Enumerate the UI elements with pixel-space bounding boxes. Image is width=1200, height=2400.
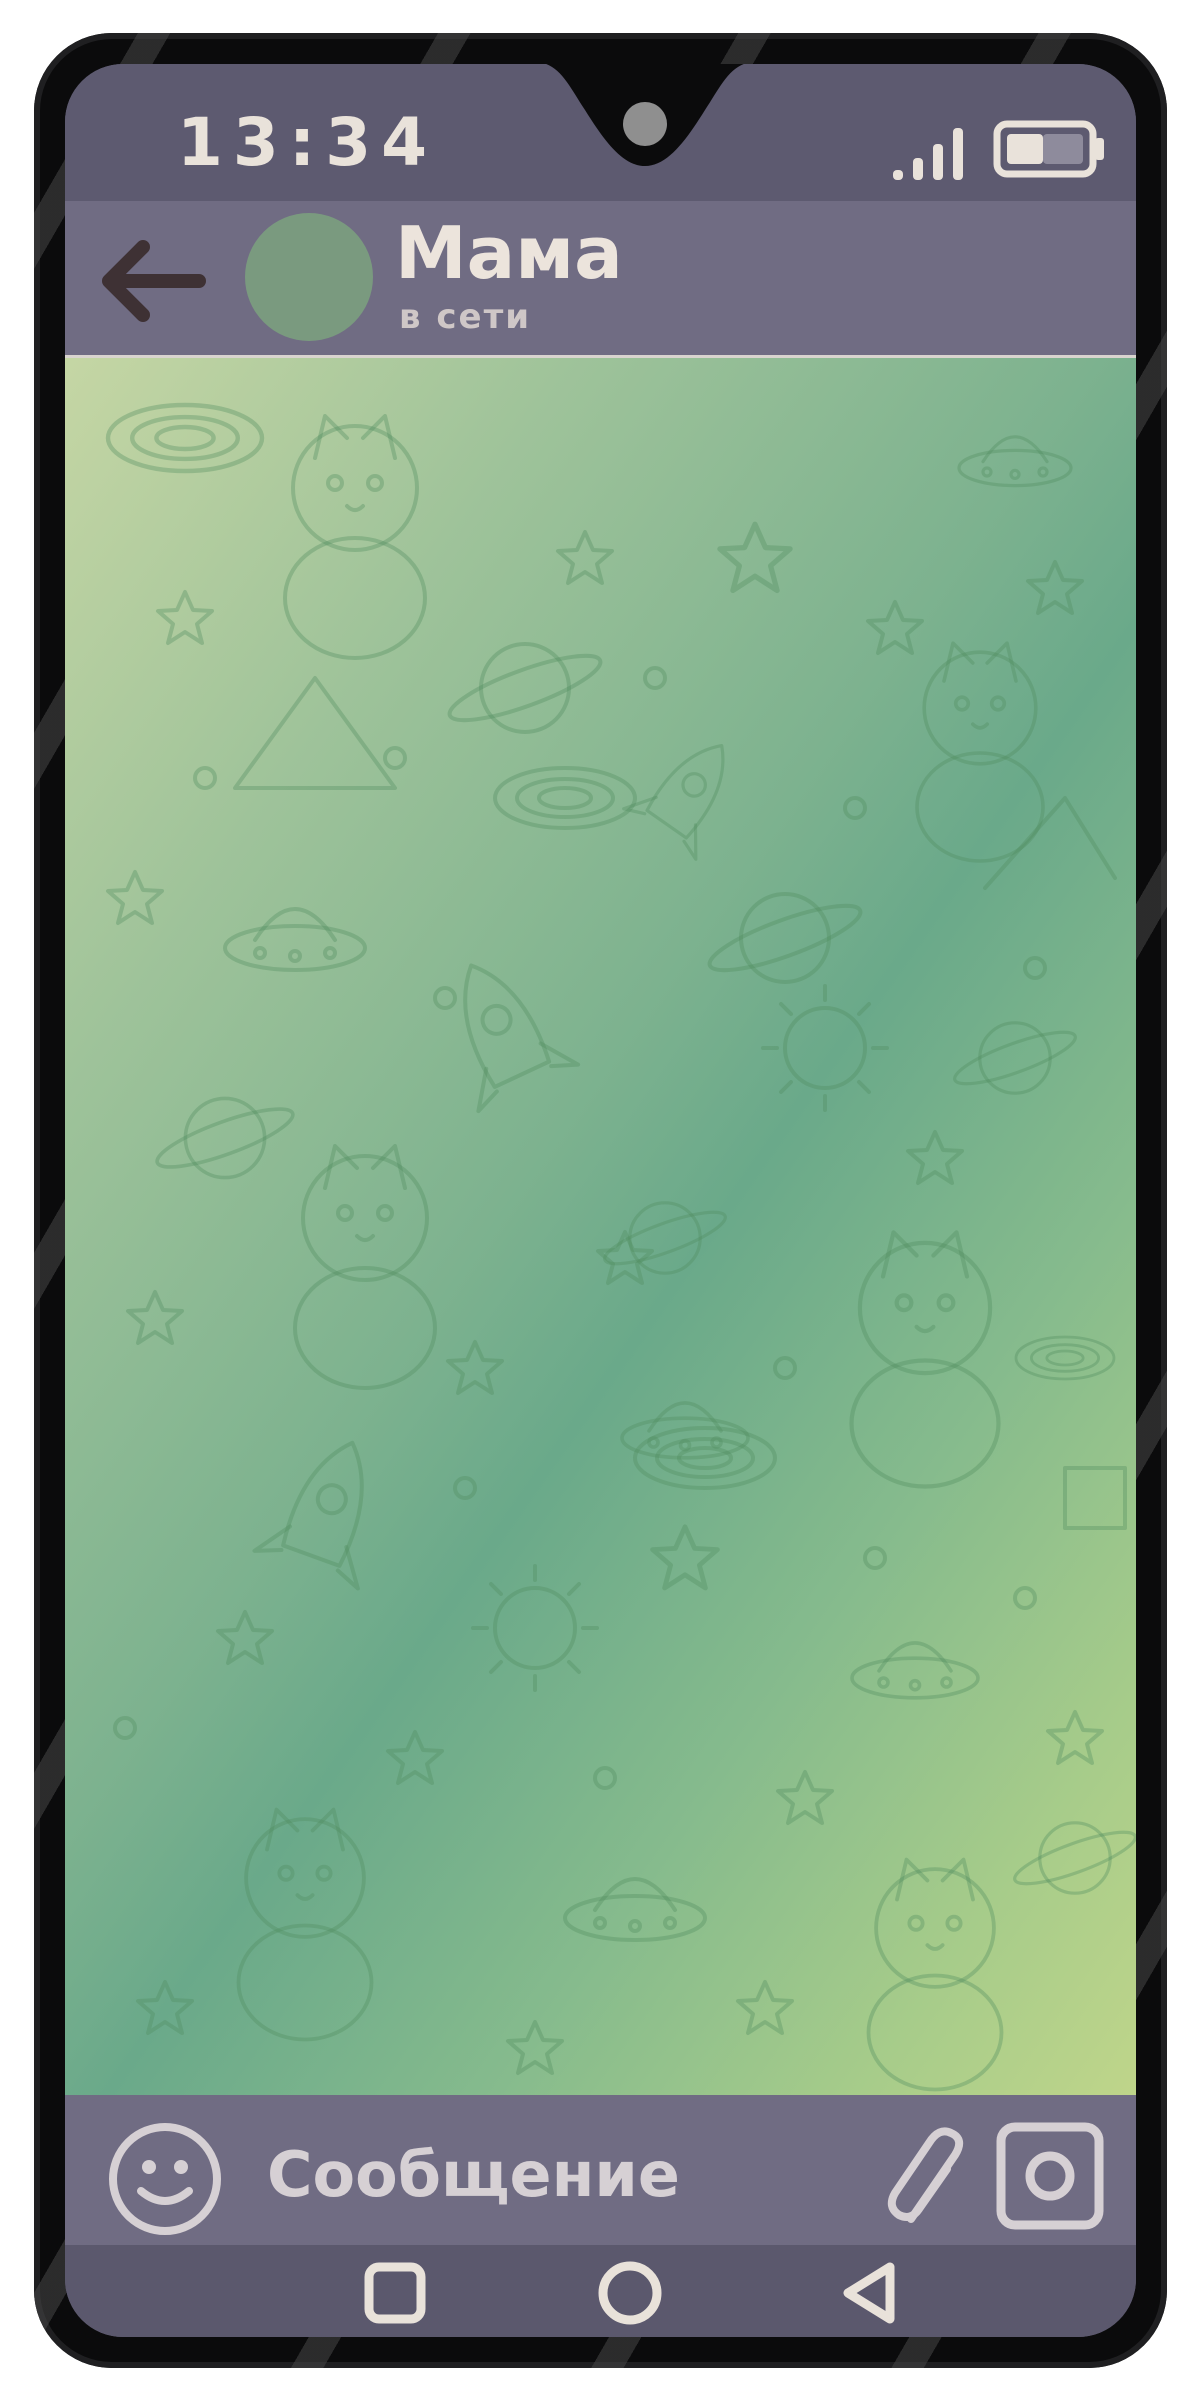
signal-icon [893,128,963,180]
avatar[interactable] [245,213,373,341]
battery-icon [993,120,1104,178]
arrow-left-icon[interactable] [91,231,211,331]
contact-status: в сети [399,297,532,337]
doodle-pattern-background [65,358,1136,2092]
message-input-bar [65,2095,1136,2245]
square-icon[interactable] [355,2253,435,2333]
chat-header: Мама в сети [65,201,1136,358]
paperclip-icon[interactable] [885,2125,975,2235]
navigation-bar [65,2245,1136,2337]
status-bar: 13:34 [65,64,1136,201]
phone-screen: 13:34 Мама в сети Сообщение [65,64,1136,2337]
contact-name[interactable]: Мама [395,211,623,295]
chat-area[interactable] [65,358,1136,2095]
camera-icon[interactable] [995,2121,1105,2231]
camera-notch-icon [545,64,745,166]
phone-frame: 13:34 Мама в сети Сообщение [34,33,1167,2368]
message-input[interactable] [265,2133,829,2215]
triangle-back-icon[interactable] [830,2253,910,2333]
emoji-icon[interactable] [105,2119,225,2239]
circle-icon[interactable] [590,2253,670,2333]
status-time: 13:34 [177,104,438,181]
